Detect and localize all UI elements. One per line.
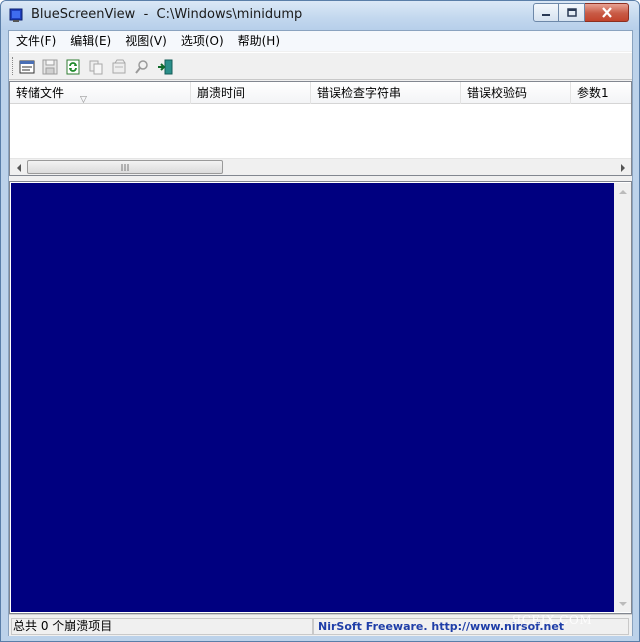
find-icon [135, 60, 148, 74]
menu-file[interactable]: 文件(F) [9, 31, 63, 51]
menu-view[interactable]: 视图(V) [118, 31, 174, 51]
copy-button[interactable] [86, 57, 106, 77]
column-label: 参数1 [577, 86, 609, 100]
column-header-dump-file[interactable]: 转储文件 ▽ [10, 82, 191, 104]
close-button[interactable] [585, 3, 629, 22]
advanced-options-button[interactable] [17, 57, 37, 77]
advanced-options-icon [19, 60, 35, 74]
horizontal-scrollbar[interactable] [10, 158, 631, 175]
chevron-down-icon [618, 601, 627, 606]
preview-pane [9, 181, 632, 614]
column-label: 崩溃时间 [197, 86, 246, 100]
close-icon [601, 7, 612, 18]
watermark: …ЯCEJX.COM [499, 613, 593, 627]
properties-icon [112, 59, 126, 74]
client-area: 文件(F) 编辑(E) 视图(V) 选项(O) 帮助(H) 转储文件 ▽ 崩溃时… [8, 30, 633, 636]
blue-screen-preview [11, 183, 614, 612]
toolbar-grip[interactable] [12, 57, 14, 75]
exit-icon [158, 59, 173, 75]
scroll-down-button[interactable] [614, 595, 631, 612]
refresh-button[interactable] [63, 57, 83, 77]
scroll-right-button[interactable] [614, 159, 631, 176]
sort-descending-icon: ▽ [80, 95, 87, 104]
scroll-left-button[interactable] [10, 159, 27, 176]
bluescreen-app-icon[interactable] [9, 7, 25, 23]
title-bar[interactable]: BlueScreenView - C:\Windows\minidump [1, 1, 639, 30]
vertical-scrollbar[interactable] [614, 183, 631, 612]
find-button[interactable] [132, 57, 152, 77]
window-title: BlueScreenView - C:\Windows\minidump [31, 7, 303, 22]
list-header: 转储文件 ▽ 崩溃时间 错误检查字符串 错误校验码 参数1 [10, 82, 631, 104]
menu-edit[interactable]: 编辑(E) [63, 31, 118, 51]
properties-button[interactable] [109, 57, 129, 77]
toolbar [9, 52, 632, 80]
column-header-bug-check-code[interactable]: 错误校验码 [461, 82, 571, 104]
copy-icon [89, 60, 103, 75]
save-button[interactable] [40, 57, 60, 77]
column-header-bug-check-string[interactable]: 错误检查字符串 [311, 82, 461, 104]
scroll-up-button[interactable] [614, 183, 631, 200]
column-label: 错误检查字符串 [317, 86, 402, 100]
minimize-button[interactable] [533, 3, 559, 22]
column-label: 转储文件 [16, 86, 65, 100]
grip-icon [121, 163, 128, 171]
column-header-crash-time[interactable]: 崩溃时间 [191, 82, 311, 104]
chevron-right-icon [620, 163, 625, 172]
maximize-button[interactable] [559, 3, 585, 22]
crash-list[interactable]: 转储文件 ▽ 崩溃时间 错误检查字符串 错误校验码 参数1 [9, 81, 632, 176]
horizontal-scroll-thumb[interactable] [27, 160, 223, 174]
refresh-icon [66, 59, 80, 75]
chevron-left-icon [16, 163, 21, 172]
status-item-count: 总共 0 个崩溃项目 [11, 618, 313, 635]
column-label: 错误校验码 [467, 86, 528, 100]
column-header-parameter-1[interactable]: 参数1 [571, 82, 631, 104]
exit-button[interactable] [155, 57, 175, 77]
minimize-icon [542, 13, 550, 16]
menu-options[interactable]: 选项(O) [174, 31, 231, 51]
save-icon [42, 59, 58, 75]
menu-bar: 文件(F) 编辑(E) 视图(V) 选项(O) 帮助(H) [9, 31, 632, 51]
chevron-up-icon [618, 189, 627, 194]
menu-help[interactable]: 帮助(H) [231, 31, 287, 51]
app-window: BlueScreenView - C:\Windows\minidump 文件(… [0, 0, 640, 642]
maximize-icon [566, 7, 577, 17]
